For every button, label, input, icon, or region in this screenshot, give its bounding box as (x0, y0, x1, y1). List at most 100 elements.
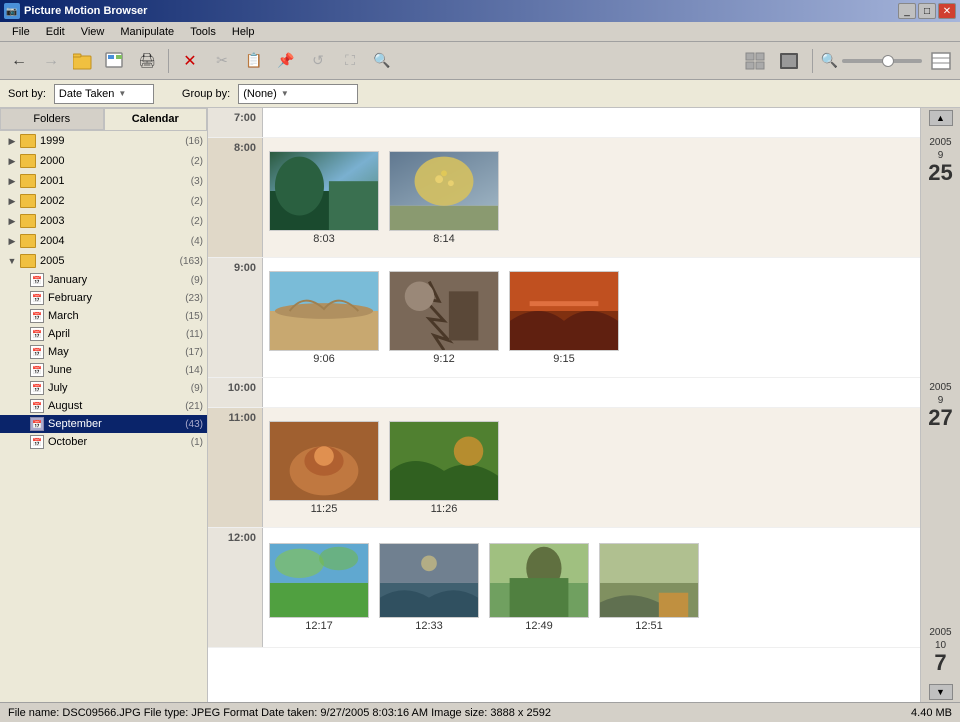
photo-img-1126 (389, 421, 499, 501)
back-button[interactable]: ← (4, 47, 34, 75)
print-button[interactable]: 🖨 (132, 47, 162, 75)
photo-1217[interactable]: 12:17 (269, 543, 369, 632)
photo-906[interactable]: 9:06 (269, 271, 379, 365)
scroll-up-button[interactable]: ▲ (929, 110, 953, 126)
thumbnail-view-button[interactable] (740, 47, 770, 75)
photo-814[interactable]: 8:14 (389, 151, 499, 245)
sidebar-item-february[interactable]: 📅 February (23) (0, 289, 207, 307)
menu-help[interactable]: Help (224, 24, 263, 40)
fullscreen-button[interactable]: ⛶ (335, 47, 365, 75)
menu-tools[interactable]: Tools (182, 24, 224, 40)
photo-img-1217 (269, 543, 369, 618)
sidebar-item-2005[interactable]: ▼ 2005 (163) (0, 251, 207, 271)
label-january: January (48, 274, 191, 286)
menu-file[interactable]: File (4, 24, 38, 40)
search-button[interactable]: 🔍 (367, 47, 397, 75)
sidebar-item-march[interactable]: 📅 March (15) (0, 307, 207, 325)
paste-button[interactable]: 📌 (271, 47, 301, 75)
cal-icon-aug: 📅 (30, 399, 44, 413)
main-container: Folders Calendar ▶ 1999 (16) ▶ 2000 (2) … (0, 108, 960, 702)
cal-icon-apr: 📅 (30, 327, 44, 341)
label-august: August (48, 400, 185, 412)
sidebar-item-2003[interactable]: ▶ 2003 (2) (0, 211, 207, 231)
marker-year-3: 2005 (929, 626, 951, 639)
photo-1233[interactable]: 12:33 (379, 543, 479, 632)
photo-img-1249 (489, 543, 589, 618)
photo-img-915 (509, 271, 619, 351)
photo-1126[interactable]: 11:26 (389, 421, 499, 515)
marker-year-2: 2005 (929, 381, 951, 394)
separator-1 (168, 49, 169, 73)
folder-icon-2003 (20, 214, 36, 228)
photo-label-1251: 12:51 (635, 620, 663, 632)
label-april: April (48, 328, 186, 340)
rotate-left-button[interactable]: ↺ (303, 47, 333, 75)
menu-edit[interactable]: Edit (38, 24, 73, 40)
sidebar-item-2002[interactable]: ▶ 2002 (2) (0, 191, 207, 211)
marker-day-3: 7 (934, 652, 946, 674)
menu-manipulate[interactable]: Manipulate (112, 24, 182, 40)
content-scroll[interactable]: 7:00 8:00 (208, 108, 920, 702)
expand-2005[interactable]: ▼ (4, 253, 20, 269)
sidebar-item-2001[interactable]: ▶ 2001 (3) (0, 171, 207, 191)
zoom-slider-thumb[interactable] (882, 55, 894, 67)
zoom-minus-icon[interactable]: 🔍 (821, 52, 838, 69)
expand-2002[interactable]: ▶ (4, 193, 20, 209)
sidebar-item-july[interactable]: 📅 July (9) (0, 379, 207, 397)
browse-folder-button[interactable] (68, 47, 98, 75)
zoom-control: 🔍 (821, 52, 922, 69)
expand-2001[interactable]: ▶ (4, 173, 20, 189)
zoom-slider-track[interactable] (842, 59, 922, 63)
window-controls[interactable]: _ □ ✕ (898, 3, 956, 19)
minimize-button[interactable]: _ (898, 3, 916, 19)
sidebar-item-june[interactable]: 📅 June (14) (0, 361, 207, 379)
sidebar-item-may[interactable]: 📅 May (17) (0, 343, 207, 361)
forward-button[interactable]: → (36, 47, 66, 75)
sidebar-item-2004[interactable]: ▶ 2004 (4) (0, 231, 207, 251)
tab-calendar[interactable]: Calendar (104, 108, 208, 130)
photo-label-912: 9:12 (433, 353, 454, 365)
expand-2003[interactable]: ▶ (4, 213, 20, 229)
copy-button[interactable]: 📋 (239, 47, 269, 75)
cal-icon-mar: 📅 (30, 309, 44, 323)
photo-915[interactable]: 9:15 (509, 271, 619, 365)
cut-button[interactable]: ✂ (207, 47, 237, 75)
sidebar-item-2000[interactable]: ▶ 2000 (2) (0, 151, 207, 171)
time-label-900: 9:00 (208, 258, 263, 377)
marker-day-1: 25 (928, 162, 952, 184)
group-dropdown[interactable]: (None) ▼ (238, 84, 358, 104)
time-row-700: 7:00 (208, 108, 920, 138)
sidebar-item-september[interactable]: 📅 September (43) (0, 415, 207, 433)
grid-view-button[interactable] (926, 47, 956, 75)
photos-1100: 11:25 11:26 (263, 408, 920, 527)
delete-button[interactable]: ✕ (175, 47, 205, 75)
photo-1125[interactable]: 11:25 (269, 421, 379, 515)
sidebar-item-1999[interactable]: ▶ 1999 (16) (0, 131, 207, 151)
menu-view[interactable]: View (73, 24, 113, 40)
tab-folders[interactable]: Folders (0, 108, 104, 130)
sidebar-item-april[interactable]: 📅 April (11) (0, 325, 207, 343)
maximize-button[interactable]: □ (918, 3, 936, 19)
marker-year-1: 2005 (929, 136, 951, 149)
content-area: 7:00 8:00 (208, 108, 960, 702)
photo-803[interactable]: 8:03 (269, 151, 379, 245)
scroll-down-button[interactable]: ▼ (929, 684, 953, 700)
sidebar-item-august[interactable]: 📅 August (21) (0, 397, 207, 415)
sort-dropdown[interactable]: Date Taken ▼ (54, 84, 154, 104)
label-1999: 1999 (40, 135, 185, 147)
photo-1251[interactable]: 12:51 (599, 543, 699, 632)
view-button[interactable] (100, 47, 130, 75)
photo-912[interactable]: 9:12 (389, 271, 499, 365)
photo-label-814: 8:14 (433, 233, 454, 245)
close-button[interactable]: ✕ (938, 3, 956, 19)
film-view-button[interactable] (774, 47, 804, 75)
expand-2000[interactable]: ▶ (4, 153, 20, 169)
sidebar-item-january[interactable]: 📅 January (9) (0, 271, 207, 289)
sidebar-item-october[interactable]: 📅 October (1) (0, 433, 207, 451)
label-october: October (48, 436, 191, 448)
expand-2004[interactable]: ▶ (4, 233, 20, 249)
photo-1249[interactable]: 12:49 (489, 543, 589, 632)
folder-icon-2005 (20, 254, 36, 268)
group-dropdown-arrow: ▼ (281, 89, 289, 98)
expand-1999[interactable]: ▶ (4, 133, 20, 149)
